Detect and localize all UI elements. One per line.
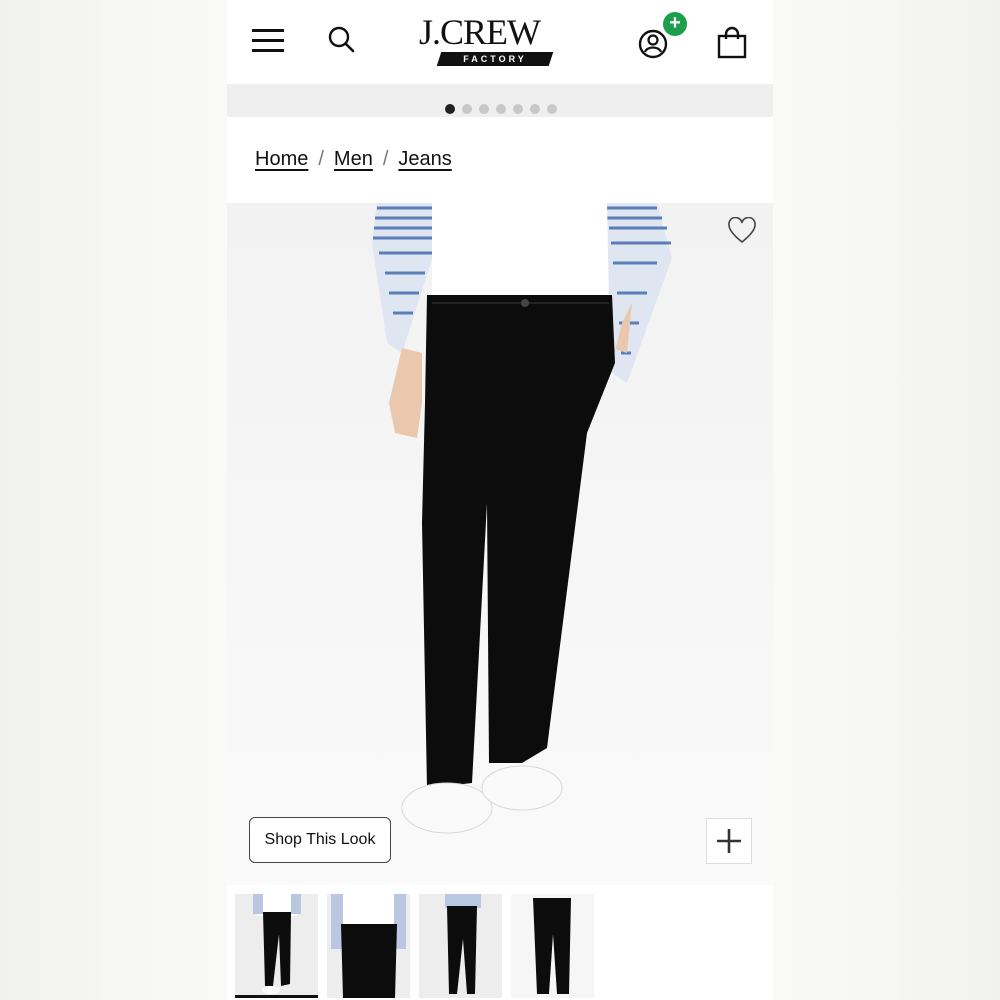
- account-button[interactable]: [637, 26, 669, 60]
- carousel-dot[interactable]: [547, 104, 557, 114]
- model-photo: [372, 203, 672, 834]
- add-badge-icon: +: [663, 12, 687, 36]
- logo-main-text: J.CREW: [419, 12, 541, 52]
- carousel-dot[interactable]: [530, 104, 540, 114]
- thumbnail-1[interactable]: [235, 894, 318, 998]
- wishlist-button[interactable]: [727, 216, 757, 245]
- heart-icon: [728, 216, 756, 244]
- background-right: [773, 0, 1000, 1000]
- menu-icon-bar: [252, 39, 284, 42]
- logo-sub-text: FACTORY: [463, 54, 527, 64]
- breadcrumb-jeans[interactable]: Jeans: [398, 148, 451, 171]
- shop-this-look-button[interactable]: Shop This Look: [249, 817, 391, 863]
- product-main-image[interactable]: Shop This Look: [227, 203, 773, 885]
- thumbnail-image: [445, 894, 481, 994]
- carousel-dot[interactable]: [496, 104, 506, 114]
- thumbnail-3[interactable]: [419, 894, 502, 998]
- carousel-dot[interactable]: [462, 104, 472, 114]
- breadcrumb-men[interactable]: Men: [334, 148, 373, 171]
- carousel-dot[interactable]: [513, 104, 523, 114]
- menu-button[interactable]: [252, 28, 284, 52]
- thumbnail-image: [253, 894, 301, 994]
- thumbnail-2[interactable]: [327, 894, 410, 998]
- menu-icon-bar: [252, 29, 284, 32]
- search-button[interactable]: [326, 24, 358, 56]
- thumbnail-strip: [227, 885, 773, 1000]
- thumbnail-image: [331, 894, 406, 998]
- menu-icon-bar: [252, 49, 284, 52]
- thumbnail-4[interactable]: [511, 894, 594, 998]
- carousel-dot[interactable]: [445, 104, 455, 114]
- top-nav: J.CREW FACTORY +: [227, 0, 773, 84]
- thumbnail-image: [533, 898, 571, 994]
- carousel-dots: [445, 104, 557, 114]
- shopping-bag-icon: [717, 26, 747, 59]
- breadcrumb-home[interactable]: Home: [255, 148, 308, 171]
- carousel-dot[interactable]: [479, 104, 489, 114]
- shopping-bag-button[interactable]: [716, 25, 748, 61]
- brand-logo[interactable]: J.CREW FACTORY: [417, 14, 557, 70]
- breadcrumb: Home / Men / Jeans: [255, 148, 452, 171]
- plus-icon: [717, 829, 741, 853]
- background-left: [0, 0, 227, 1000]
- breadcrumb-separator: /: [318, 148, 324, 170]
- zoom-button[interactable]: [706, 818, 752, 864]
- mobile-page: J.CREW FACTORY + Home / Men / Jeans Shop…: [227, 0, 773, 1000]
- breadcrumb-separator: /: [382, 148, 389, 170]
- account-icon: [638, 29, 668, 59]
- search-icon: [328, 26, 355, 53]
